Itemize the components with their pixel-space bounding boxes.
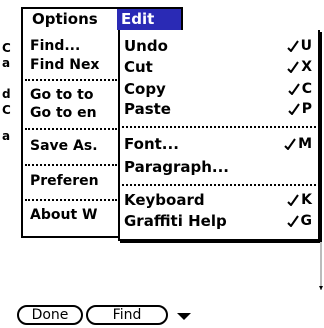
menu-item-label: Graffiti Help xyxy=(124,212,227,230)
background-text-fragment: a xyxy=(2,129,11,143)
menu-separator xyxy=(25,164,117,166)
menu-item-paste[interactable]: Paste P xyxy=(124,100,312,118)
scrollbar-track[interactable] xyxy=(320,242,322,290)
background-text-fragment: d xyxy=(2,87,11,101)
menu-options[interactable]: Options xyxy=(23,9,117,30)
shortcut-letter: G xyxy=(300,213,313,229)
menu-separator xyxy=(25,199,117,201)
menu-item-about[interactable]: About W xyxy=(30,207,97,223)
shortcut-letter: U xyxy=(300,38,312,54)
menu-item-font[interactable]: Font... M xyxy=(124,135,312,153)
menu-item-label: Font... xyxy=(124,135,179,153)
menu-bar: Options Edit xyxy=(21,7,183,32)
menu-separator xyxy=(122,126,316,128)
shortcut-letter: C xyxy=(301,81,312,97)
menu-shortcut: P xyxy=(288,100,312,118)
menu-edit[interactable]: Edit xyxy=(117,9,181,30)
find-button[interactable]: Find xyxy=(86,305,168,325)
menu-item-cut[interactable]: Cut X xyxy=(124,58,312,76)
menu-item-label: Copy xyxy=(124,80,166,98)
graffiti-stroke-icon xyxy=(287,61,300,73)
background-text-fragment: C xyxy=(2,41,11,55)
menu-item-find[interactable]: Find... xyxy=(30,38,80,54)
menu-item-paragraph[interactable]: Paragraph... xyxy=(124,158,312,176)
menu-shortcut: U xyxy=(286,37,312,55)
shortcut-letter: K xyxy=(301,192,312,208)
menu-shortcut: K xyxy=(287,191,312,209)
scroll-down-icon[interactable] xyxy=(319,286,323,290)
menu-separator xyxy=(25,79,117,81)
menu-item-copy[interactable]: Copy C xyxy=(124,80,312,98)
menu-separator xyxy=(25,128,117,130)
menu-item-keyboard[interactable]: Keyboard K xyxy=(124,191,312,209)
shortcut-letter: M xyxy=(298,136,312,152)
menu-item-preferences[interactable]: Preferen xyxy=(30,173,99,189)
background-text-fragment: a xyxy=(2,56,11,70)
dropdown-arrow-icon[interactable] xyxy=(177,313,191,320)
shortcut-letter: X xyxy=(301,59,312,75)
done-button[interactable]: Done xyxy=(17,305,83,325)
edit-menu-panel: Undo U Cut X Copy C Paste P Font... M Pa… xyxy=(118,30,320,241)
menu-shortcut: C xyxy=(288,80,312,98)
background-text-fragment: C xyxy=(2,103,11,117)
menu-item-graffiti-help[interactable]: Graffiti Help G xyxy=(124,212,312,230)
graffiti-stroke-icon xyxy=(288,103,300,115)
menu-item-label: Undo xyxy=(124,37,168,55)
graffiti-stroke-icon xyxy=(288,83,300,95)
graffiti-stroke-icon xyxy=(286,215,299,227)
menu-separator xyxy=(122,184,316,186)
menu-item-go-to-end[interactable]: Go to en xyxy=(30,105,97,121)
menu-shortcut: G xyxy=(286,212,313,230)
menu-item-label: Keyboard xyxy=(124,191,205,209)
menu-item-label: Paragraph... xyxy=(124,158,229,176)
graffiti-stroke-icon xyxy=(284,138,296,150)
menu-shortcut: X xyxy=(287,58,312,76)
menu-item-go-to-top[interactable]: Go to to xyxy=(30,87,93,103)
graffiti-stroke-icon xyxy=(286,40,299,52)
menu-shortcut: M xyxy=(284,135,312,153)
options-menu-panel: Find... Find Nex Go to to Go to en Save … xyxy=(21,30,121,238)
menu-item-label: Cut xyxy=(124,58,153,76)
menu-item-find-next[interactable]: Find Nex xyxy=(30,57,99,73)
shortcut-letter: P xyxy=(301,101,312,117)
graffiti-stroke-icon xyxy=(287,194,299,206)
menu-item-undo[interactable]: Undo U xyxy=(124,37,312,55)
menu-item-save-as[interactable]: Save As. xyxy=(30,138,98,154)
menu-item-label: Paste xyxy=(124,100,171,118)
